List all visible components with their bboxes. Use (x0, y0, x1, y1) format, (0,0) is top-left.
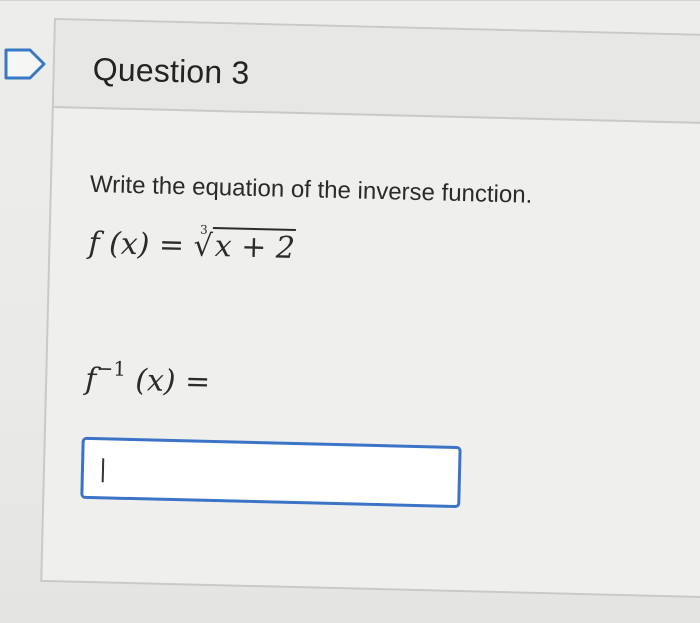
flag-question-icon[interactable] (2, 44, 50, 84)
radicand: x + 2 (212, 226, 296, 266)
function-lhs: f (x) = (88, 225, 195, 264)
top-divider (0, 0, 700, 1)
text-cursor (101, 458, 105, 483)
inverse-rest: (x) = (125, 362, 211, 400)
question-prompt: Write the equation of the inverse functi… (89, 170, 533, 209)
root-index: 3 (199, 222, 208, 237)
answer-input[interactable] (80, 436, 462, 509)
question-title: Question 3 (92, 50, 250, 91)
inverse-exponent: −1 (96, 356, 127, 381)
page-background: Question 3 Write the equation of the inv… (0, 0, 700, 623)
question-card: Question 3 Write the equation of the inv… (40, 18, 700, 599)
inverse-f: f (84, 361, 97, 398)
question-header: Question 3 (53, 20, 700, 126)
inverse-label: f−1 (x) = (85, 356, 211, 400)
function-equation: f (x) = 3 √x + 2 (88, 222, 296, 266)
cube-root: 3 √ (193, 222, 214, 264)
